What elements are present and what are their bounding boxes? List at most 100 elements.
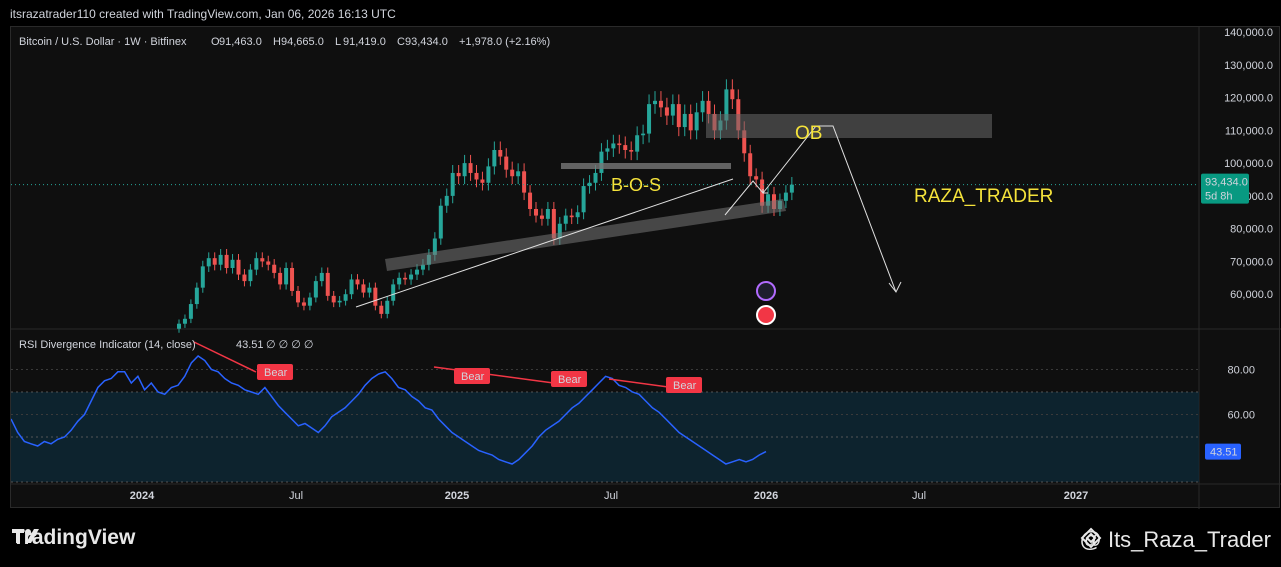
candle-body bbox=[444, 195, 449, 206]
candle-body bbox=[403, 277, 408, 280]
tradingview-logo-icon bbox=[12, 529, 39, 543]
candle-body bbox=[682, 113, 687, 128]
candle-body bbox=[605, 148, 610, 152]
chart-svg[interactable]: 140,000.0 130,000.0 120,000.0 110,000.0 100,… bbox=[11, 27, 1281, 509]
candle-body bbox=[355, 279, 360, 285]
order-block-zone bbox=[706, 114, 992, 138]
bear-label: Bear bbox=[461, 371, 485, 383]
candle-body bbox=[278, 272, 283, 285]
candle-body bbox=[641, 133, 646, 136]
price-change: +1,978.0 (+2.16%) bbox=[459, 36, 550, 48]
candle-body bbox=[563, 215, 568, 224]
candle-body bbox=[528, 192, 533, 209]
ohlc-value: 91,463.0 bbox=[219, 36, 262, 48]
candle-body bbox=[754, 176, 759, 180]
candle-body bbox=[415, 269, 419, 275]
candle-body bbox=[385, 300, 390, 314]
candle-body bbox=[260, 258, 265, 262]
chart-panel[interactable]: 140,000.0 130,000.0 120,000.0 110,000.0 100,… bbox=[10, 26, 1281, 509]
candle-body bbox=[230, 259, 235, 268]
candle-body bbox=[188, 304, 193, 319]
candle-body bbox=[301, 302, 306, 306]
candle-body bbox=[284, 268, 289, 285]
candle-body bbox=[456, 172, 461, 177]
us-flag-icon[interactable] bbox=[756, 305, 776, 325]
candle-body bbox=[670, 104, 675, 116]
candle-body bbox=[343, 294, 348, 301]
candle-body bbox=[664, 107, 669, 116]
candle-body bbox=[331, 295, 336, 303]
price-tick-label: 80,000.0 bbox=[1230, 224, 1273, 236]
rsi-band bbox=[11, 392, 1199, 482]
candle-body bbox=[325, 272, 330, 296]
bear-label: Bear bbox=[558, 374, 582, 386]
candle-body bbox=[611, 143, 616, 149]
author-handle: @ Its_Raza_Trader bbox=[1080, 527, 1271, 553]
candle-body bbox=[212, 258, 217, 265]
candle-body bbox=[534, 209, 538, 216]
candle-body bbox=[623, 145, 628, 150]
candle-body bbox=[307, 297, 312, 306]
price-tick-label: 130,000.0 bbox=[1224, 60, 1273, 72]
candle-body bbox=[789, 184, 794, 193]
rsi-legend-value: 43.51 bbox=[236, 339, 264, 351]
candle-body bbox=[545, 209, 550, 219]
candle-body bbox=[599, 151, 604, 173]
candle-body bbox=[783, 192, 788, 201]
candle-body bbox=[367, 287, 372, 293]
raza-trader-label: RAZA_TRADER bbox=[914, 186, 1053, 207]
rsi-legend-extras: ∅ ∅ ∅ ∅ bbox=[266, 339, 314, 351]
candle-body bbox=[272, 264, 277, 273]
price-badge-value: 93,434.0 bbox=[1205, 177, 1248, 189]
price-tick-label: 120,000.0 bbox=[1224, 93, 1273, 105]
binance-icon bbox=[1080, 527, 1101, 549]
price-tick-label: 100,000.0 bbox=[1224, 158, 1273, 170]
candle-body bbox=[290, 268, 295, 291]
candle-body bbox=[206, 258, 211, 267]
candle-body bbox=[462, 163, 467, 177]
candle-body bbox=[593, 172, 598, 183]
candle-body bbox=[581, 186, 586, 213]
ohlc-label: H bbox=[273, 36, 281, 48]
time-tick-label: Jul bbox=[912, 490, 926, 502]
ohlc-label: C bbox=[397, 36, 405, 48]
price-tick-label: 70,000.0 bbox=[1230, 256, 1273, 268]
bear-label: Bear bbox=[264, 367, 288, 379]
candle-body bbox=[236, 259, 241, 275]
candle-body bbox=[337, 300, 342, 303]
candle-body bbox=[218, 254, 223, 265]
candle-body bbox=[569, 215, 574, 218]
candle-body bbox=[700, 100, 705, 113]
tradingview-logo: TradingView bbox=[12, 526, 135, 550]
candle-body bbox=[177, 323, 181, 329]
candle-body bbox=[730, 89, 735, 100]
candle-body bbox=[498, 150, 503, 157]
ohlc-value: 93,434.0 bbox=[405, 36, 448, 48]
candle-body bbox=[313, 281, 318, 298]
ohlc-value: 94,665.0 bbox=[281, 36, 324, 48]
ohlc-label: L bbox=[335, 36, 341, 48]
candle-body bbox=[486, 166, 491, 183]
candle-body bbox=[296, 290, 300, 303]
candle-body bbox=[409, 274, 414, 280]
candle-body bbox=[319, 272, 324, 282]
candle-body bbox=[242, 274, 247, 282]
rsi-legend-name: RSI Divergence Indicator (14, close) bbox=[19, 339, 196, 351]
time-tick-label: 2024 bbox=[130, 490, 155, 502]
candle-body bbox=[635, 135, 640, 152]
time-tick-label: Jul bbox=[604, 490, 618, 502]
candle-body bbox=[504, 156, 509, 170]
candle-body bbox=[575, 212, 580, 218]
candle-body bbox=[676, 104, 681, 128]
candle-body bbox=[266, 261, 271, 265]
candle-body bbox=[617, 143, 622, 146]
candle-body bbox=[194, 287, 199, 305]
candle-body bbox=[653, 100, 657, 105]
projection-arrowhead bbox=[888, 281, 902, 293]
event-flash-icon[interactable] bbox=[756, 281, 776, 301]
bos-line bbox=[561, 163, 731, 169]
candle-body bbox=[480, 179, 485, 183]
candle-body bbox=[349, 279, 354, 295]
rsi-tick-label: 80.00 bbox=[1227, 365, 1255, 377]
candle-body bbox=[647, 104, 652, 134]
